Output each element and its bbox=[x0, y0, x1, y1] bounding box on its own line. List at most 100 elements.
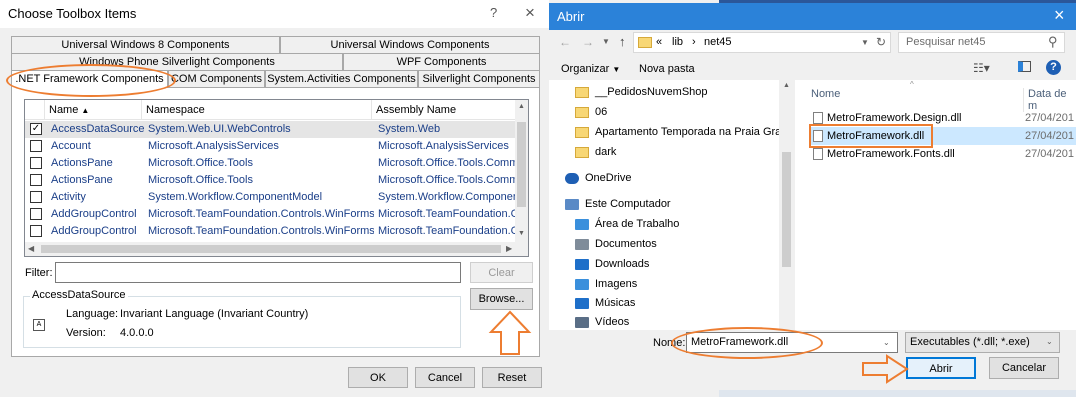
browse-button[interactable]: Browse... bbox=[470, 288, 533, 310]
cancel-button[interactable]: Cancel bbox=[415, 367, 475, 388]
help-circle-icon[interactable]: ? bbox=[1046, 60, 1061, 75]
breadcrumb-net45[interactable]: net45 bbox=[704, 36, 732, 48]
scroll-down-icon[interactable]: ▼ bbox=[518, 230, 525, 237]
scroll-up-icon[interactable]: ▲ bbox=[518, 103, 525, 110]
nav-scroll-up-icon[interactable]: ▲ bbox=[783, 82, 790, 89]
filetype-select[interactable]: Executables (*.dll; *.exe) ⌄ bbox=[905, 332, 1060, 353]
address-dropdown-icon[interactable]: ▼ bbox=[861, 38, 869, 47]
list-horizontal-scrollbar[interactable]: ◀ ▶ bbox=[25, 242, 528, 256]
row-namespace: System.Web.UI.WebControls bbox=[148, 123, 291, 135]
reset-button[interactable]: Reset bbox=[482, 367, 542, 388]
tab-universal-windows-8[interactable]: Universal Windows 8 Components bbox=[11, 36, 280, 53]
checkbox[interactable] bbox=[30, 191, 42, 203]
nav-item[interactable]: Este Computador bbox=[565, 194, 671, 214]
open-cancel-button[interactable]: Cancelar bbox=[989, 357, 1059, 379]
table-row[interactable]: Account Microsoft.AnalysisServices Microso… bbox=[25, 138, 515, 155]
col-header-name[interactable]: Name ▲ bbox=[45, 100, 142, 120]
table-row[interactable]: AddGroupControl Microsoft.TeamFoundation.… bbox=[25, 206, 515, 223]
tab-wpf[interactable]: WPF Components bbox=[343, 53, 540, 70]
table-row[interactable]: ✓ AccessDataSource System.Web.UI.WebContro… bbox=[25, 121, 515, 138]
nav-scrollbar[interactable]: ▲ bbox=[779, 80, 794, 330]
nav-item[interactable]: __PedidosNuvemShop bbox=[575, 82, 708, 102]
nav-list: __PedidosNuvemShop 06 Apartamento Temporad… bbox=[549, 80, 787, 330]
table-row[interactable]: ActionsPane Microsoft.Office.Tools Microso… bbox=[25, 155, 515, 172]
up-folder-icon[interactable]: ↑ bbox=[619, 34, 626, 49]
nav-item[interactable]: dark bbox=[575, 142, 616, 162]
breadcrumb-overflow[interactable]: « bbox=[656, 36, 662, 48]
col-header-namespace[interactable]: Namespace bbox=[142, 100, 372, 120]
dll-file-icon bbox=[813, 148, 823, 160]
close-icon[interactable]: × bbox=[525, 3, 535, 23]
tab-com[interactable]: COM Components bbox=[168, 70, 265, 87]
tab-system-activities[interactable]: System.Activities Components bbox=[265, 70, 418, 87]
scroll-thumb[interactable] bbox=[517, 122, 526, 207]
checkbox[interactable] bbox=[30, 174, 42, 186]
checkbox[interactable] bbox=[30, 208, 42, 220]
organize-button[interactable]: Organizar ▼ bbox=[561, 63, 620, 75]
downloads-icon bbox=[575, 258, 589, 270]
scroll-right-icon[interactable]: ▶ bbox=[506, 244, 512, 253]
cloud-icon bbox=[565, 172, 579, 184]
up-arrow-annotation bbox=[488, 310, 532, 355]
command-bar: Organizar ▼ Nova pasta ☷▾ ? bbox=[549, 58, 1076, 80]
view-options-icon[interactable]: ☷▾ bbox=[973, 61, 990, 75]
back-icon[interactable]: ← bbox=[559, 35, 571, 49]
refresh-icon[interactable]: ↻ bbox=[876, 35, 886, 49]
checkbox[interactable] bbox=[30, 225, 42, 237]
help-icon[interactable]: ? bbox=[490, 5, 497, 20]
open-close-icon[interactable]: × bbox=[1054, 5, 1065, 26]
nav-item-label: Imagens bbox=[595, 278, 638, 290]
nav-item[interactable]: Músicas bbox=[575, 293, 635, 313]
checkbox[interactable] bbox=[30, 157, 42, 169]
recent-dropdown-icon[interactable]: ▼ bbox=[602, 37, 610, 46]
list-vertical-scrollbar[interactable]: ▲ ▼ bbox=[515, 100, 528, 242]
checkbox-checked[interactable]: ✓ bbox=[30, 123, 42, 135]
nav-item[interactable]: Área de Trabalho bbox=[575, 214, 679, 234]
open-button[interactable]: Abrir bbox=[906, 357, 976, 379]
tab-universal-windows[interactable]: Universal Windows Components bbox=[280, 36, 540, 53]
table-row[interactable]: AddGroupControl Microsoft.TeamFoundation.… bbox=[25, 223, 515, 240]
nav-item[interactable]: 06 bbox=[575, 102, 607, 122]
row-namespace: Microsoft.Office.Tools bbox=[148, 174, 253, 186]
list-rows: ✓ AccessDataSource System.Web.UI.WebContro… bbox=[25, 121, 515, 246]
language-label: Language: bbox=[66, 308, 118, 320]
components-list[interactable]: Name ▲ Namespace Assembly Name ✓ AccessDa… bbox=[24, 99, 529, 257]
clear-button[interactable]: Clear bbox=[470, 262, 533, 283]
preview-pane-icon[interactable] bbox=[1018, 61, 1031, 72]
nav-item[interactable]: Downloads bbox=[575, 254, 649, 274]
new-folder-button[interactable]: Nova pasta bbox=[639, 63, 695, 75]
nav-item[interactable]: OneDrive bbox=[565, 168, 631, 188]
filter-input[interactable] bbox=[55, 262, 461, 283]
nav-item-label: Documentos bbox=[595, 238, 657, 250]
table-row[interactable]: ActionsPane Microsoft.Office.Tools Microso… bbox=[25, 172, 515, 189]
row-name: ActionsPane bbox=[51, 174, 113, 186]
list-header: Name ▲ Namespace Assembly Name bbox=[25, 100, 515, 120]
row-assembly: Microsoft.TeamFoundation.Co bbox=[378, 225, 515, 237]
hscroll-thumb[interactable] bbox=[41, 245, 501, 253]
search-box[interactable]: Pesquisar net45 ⚲ bbox=[898, 32, 1065, 53]
nav-item[interactable]: Apartamento Temporada na Praia Gran bbox=[575, 122, 787, 142]
row-namespace: Microsoft.Office.Tools bbox=[148, 157, 253, 169]
breadcrumb-lib[interactable]: lib bbox=[672, 36, 683, 48]
address-bar[interactable]: « lib › net45 ▼ ↻ bbox=[633, 32, 891, 53]
col-name-header[interactable]: Nome bbox=[811, 88, 840, 100]
scroll-left-icon[interactable]: ◀ bbox=[28, 244, 34, 253]
background-app-bottom bbox=[719, 390, 1076, 397]
tab-silverlight[interactable]: Silverlight Components bbox=[418, 70, 540, 87]
nav-item[interactable]: Imagens bbox=[575, 274, 637, 294]
col-header-assembly[interactable]: Assembly Name bbox=[372, 100, 522, 120]
nav-item[interactable]: Documentos bbox=[575, 234, 657, 254]
filetype-dropdown-icon[interactable]: ⌄ bbox=[1046, 337, 1053, 346]
row-name: ActionsPane bbox=[51, 157, 113, 169]
table-row[interactable]: Activity System.Workflow.ComponentModel Sy… bbox=[25, 189, 515, 206]
nav-item[interactable]: Vídeos bbox=[575, 312, 629, 330]
right-arrow-annotation bbox=[862, 354, 909, 384]
music-icon bbox=[575, 297, 589, 309]
ok-button[interactable]: OK bbox=[348, 367, 408, 388]
forward-icon[interactable]: → bbox=[582, 35, 594, 49]
checkbox[interactable] bbox=[30, 140, 42, 152]
toolbox-title-bar: Choose Toolbox Items ? × bbox=[0, 0, 550, 28]
filename-dropdown-icon[interactable]: ⌄ bbox=[883, 338, 890, 347]
nav-scroll-thumb[interactable] bbox=[782, 152, 791, 267]
file-item[interactable]: MetroFramework.Fonts.dll 27/04/201 bbox=[811, 145, 1076, 163]
